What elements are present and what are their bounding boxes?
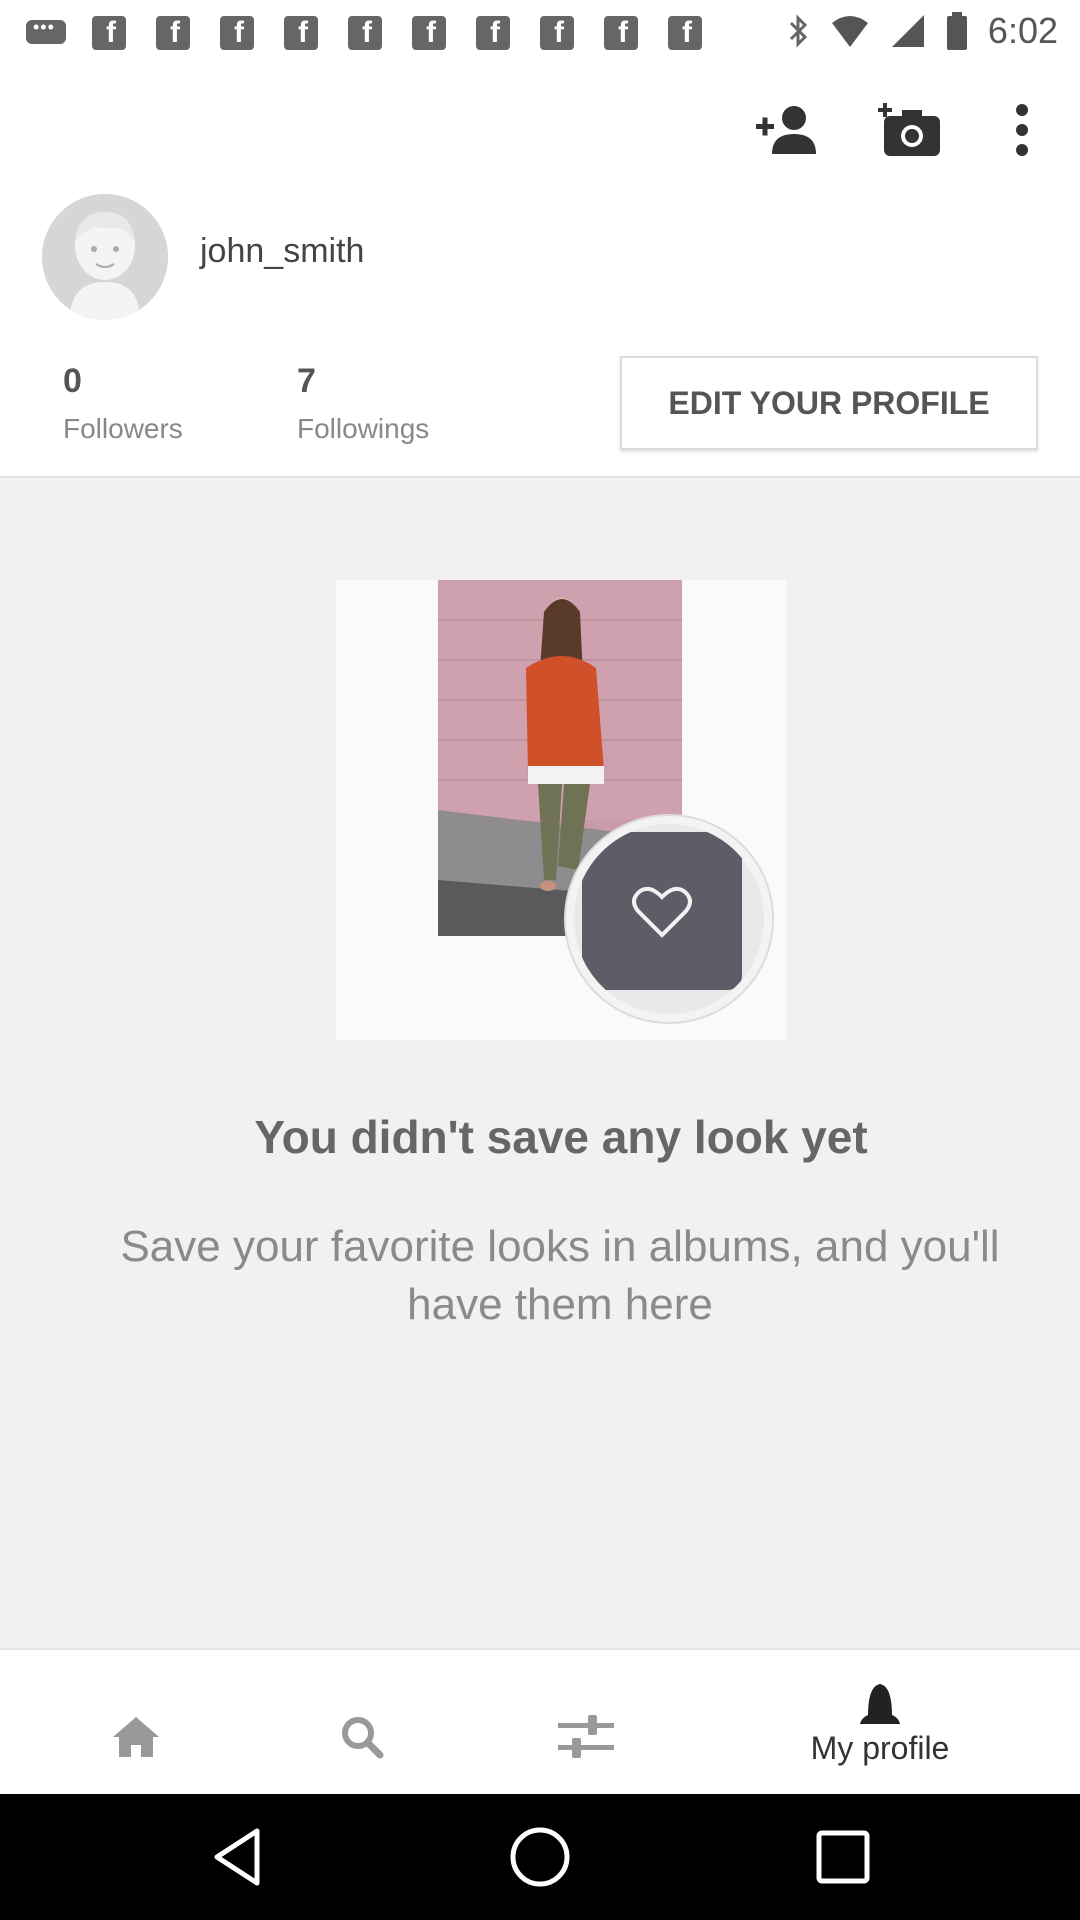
facebook-notification-icon [600,14,644,50]
facebook-notification-icon [408,14,452,50]
chat-notification-icon [24,14,68,50]
profile-icon [860,1683,900,1724]
followings-label: Followings [297,413,430,444]
system-status-icons: 6:02 [786,10,1058,52]
bluetooth-icon [786,11,810,51]
add-person-icon [756,106,816,154]
facebook-notification-icon [664,14,708,50]
signal-icon [890,13,926,49]
followers-stat[interactable]: 0 Followers [63,362,183,445]
home-circle-icon [510,1827,570,1887]
search-icon [342,1717,384,1759]
heart-icon [632,886,692,938]
recents-icon [816,1830,870,1884]
followers-count: 0 [63,362,82,400]
status-bar: 6:02 [0,0,1080,64]
facebook-notification-icon [536,14,580,50]
back-icon [214,1828,260,1886]
nav-my-profile-label: My profile [810,1729,950,1766]
add-friend-button[interactable] [750,94,822,166]
system-back-button[interactable] [204,1824,270,1890]
followings-count: 7 [297,362,316,400]
add-photo-icon [878,103,940,156]
nav-search[interactable] [326,1650,398,1796]
add-photo-button[interactable] [874,94,946,166]
nav-filters[interactable] [550,1650,622,1796]
more-options-button[interactable] [986,94,1058,166]
followings-stat[interactable]: 7 Followings [297,362,429,445]
save-heart-badge [566,816,772,1022]
nav-home[interactable] [100,1650,172,1796]
profile-header: john_smith 0 Followers 7 Followings EDIT… [0,188,1080,478]
saved-looks-area: You didn't save any look yet Save your f… [0,478,1080,1648]
facebook-notification-icon [88,14,132,50]
notification-icons [24,14,708,50]
facebook-notification-icon [152,14,196,50]
followers-label: Followers [63,413,183,444]
home-icon [113,1717,159,1757]
empty-state-title: You didn't save any look yet [254,1111,868,1163]
empty-state-illustration [336,580,786,1040]
avatar[interactable] [42,194,168,320]
facebook-notification-icon [280,14,324,50]
nav-my-profile[interactable]: My profile [760,1650,1000,1796]
default-avatar-icon [42,194,168,320]
system-recents-button[interactable] [810,1824,876,1890]
battery-icon [946,12,968,50]
more-vert-icon [1016,104,1028,156]
edit-profile-button[interactable]: EDIT YOUR PROFILE [620,356,1038,450]
empty-state-description: Save your favorite looks in albums, and … [120,1222,1000,1329]
facebook-notification-icon [216,14,260,50]
username: john_smith [200,232,365,270]
filters-icon [558,1715,614,1758]
status-clock: 6:02 [987,10,1058,51]
system-home-button[interactable] [507,1824,573,1890]
system-navigation-bar [0,1794,1080,1920]
top-toolbar [0,64,1080,188]
facebook-notification-icon [472,14,516,50]
bottom-navigation: My profile [0,1648,1080,1794]
wifi-icon [830,13,870,49]
facebook-notification-icon [344,14,388,50]
